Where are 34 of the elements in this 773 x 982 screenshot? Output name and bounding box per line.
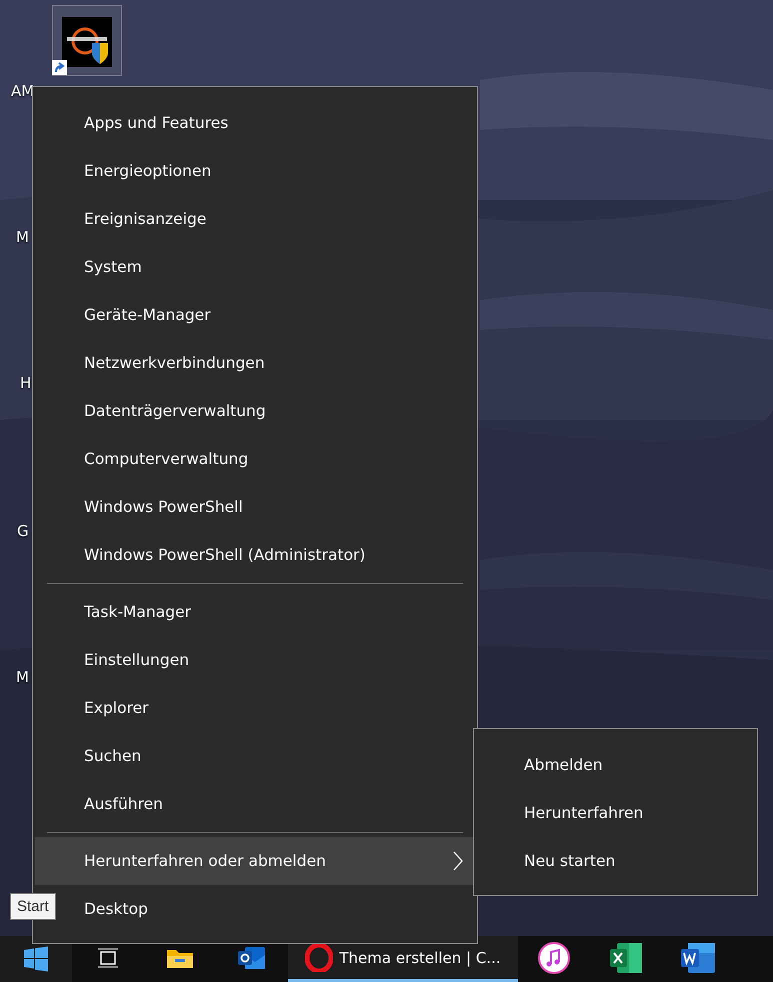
menu-item[interactable]: Ausführen (35, 780, 475, 828)
menu-item[interactable]: Ereignisanzeige (35, 195, 475, 243)
menu-item[interactable]: Neu starten (474, 837, 757, 885)
desktop-icon-label: H (20, 374, 32, 392)
menu-item[interactable]: Task-Manager (35, 588, 475, 636)
shortcut-arrow-icon (52, 60, 67, 75)
windows-icon (23, 946, 49, 972)
menu-item[interactable]: Netzwerkverbindungen (35, 339, 475, 387)
menu-item[interactable]: Suchen (35, 732, 475, 780)
desktop-icon-label: M (16, 668, 29, 686)
menu-item[interactable]: Einstellungen (35, 636, 475, 684)
spreadsheet-icon (609, 942, 643, 974)
menu-item[interactable]: Apps und Features (35, 99, 475, 147)
menu-item[interactable]: Explorer (35, 684, 475, 732)
menu-item[interactable]: System (35, 243, 475, 291)
menu-item[interactable]: Abmelden (474, 741, 757, 789)
menu-item[interactable]: Windows PowerShell (35, 483, 475, 531)
desktop-icon-label: M (16, 228, 29, 246)
task-view-icon (97, 948, 119, 968)
menu-item[interactable]: Datenträgerverwaltung (35, 387, 475, 435)
music-icon (538, 942, 570, 974)
menu-item[interactable]: Windows PowerShell (Administrator) (35, 531, 475, 579)
menu-item[interactable]: Herunterfahren oder abmelden (35, 837, 475, 885)
document-icon (680, 942, 716, 974)
menu-item[interactable]: Computerverwaltung (35, 435, 475, 483)
menu-item[interactable]: Geräte-Manager (35, 291, 475, 339)
mail-icon (237, 944, 267, 970)
start-button[interactable] (0, 936, 72, 982)
tooltip: Start (10, 893, 56, 920)
app-shortcut-icon[interactable] (62, 17, 112, 67)
menu-item[interactable]: Energieoptionen (35, 147, 475, 195)
desktop-icon-label: G (17, 522, 29, 540)
menu-item[interactable]: Herunterfahren (474, 789, 757, 837)
browser-icon (305, 944, 334, 972)
